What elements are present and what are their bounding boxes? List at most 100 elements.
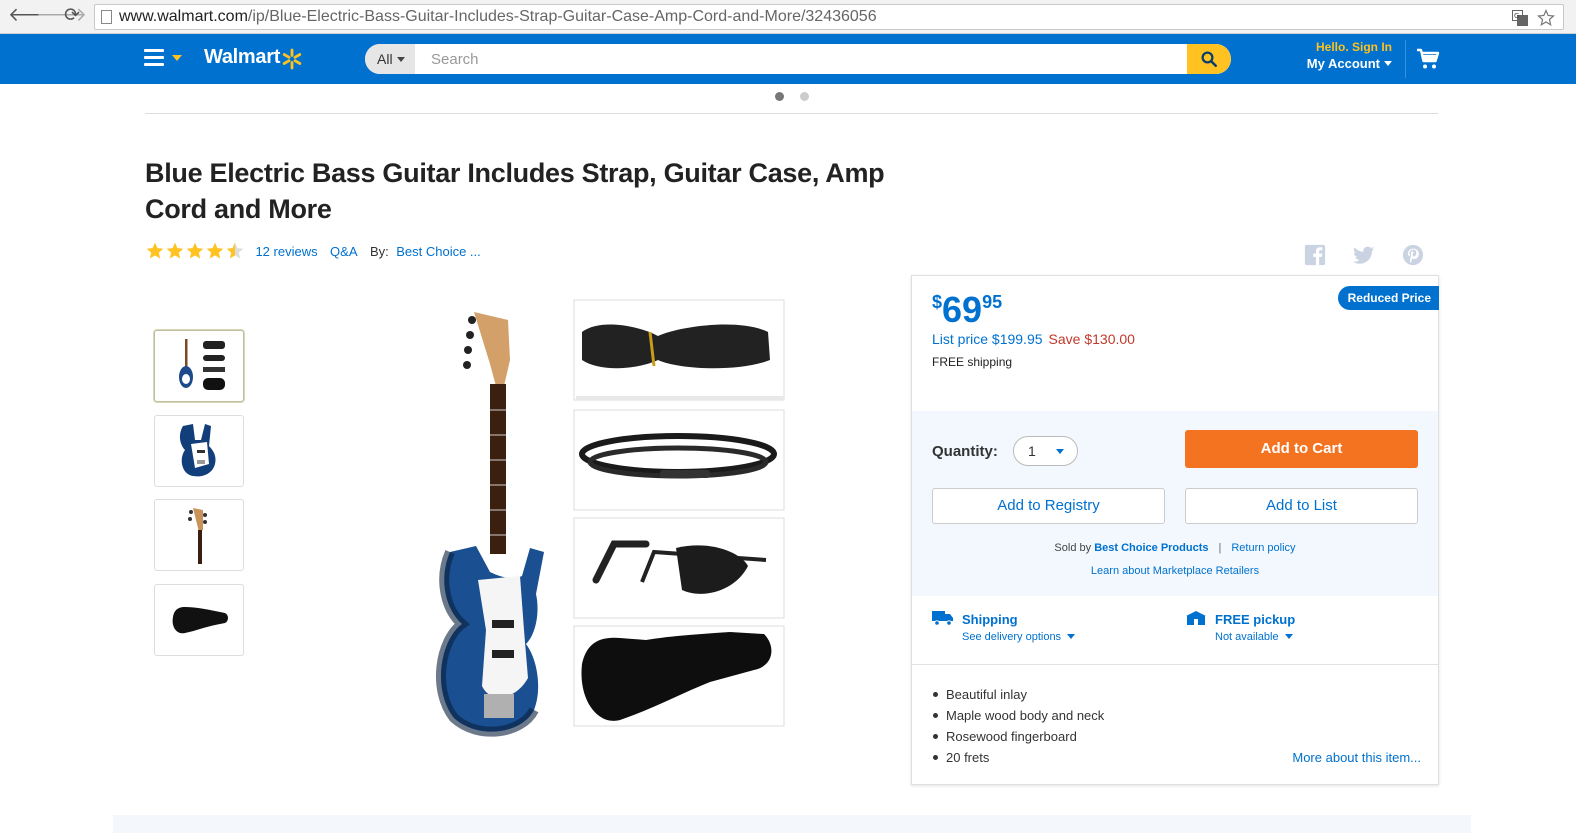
pickup-title: FREE pickup	[1215, 612, 1296, 627]
price-currency: $	[932, 292, 943, 312]
thumbnail-3[interactable]	[154, 499, 244, 571]
url-path: /ip/Blue-Electric-Bass-Guitar-Includes-S…	[247, 8, 877, 25]
chevron-down-icon	[1067, 634, 1076, 639]
chevron-down-icon	[1056, 449, 1064, 454]
browser-toolbar: 🡐 🡒 ⟳ www.walmart.com/ip/Blue-Electric-B…	[0, 0, 1576, 34]
thumb-body-image	[179, 424, 216, 477]
product-main-image[interactable]	[410, 290, 800, 740]
my-account-label[interactable]: My Account	[1296, 56, 1392, 71]
buy-box: Reduced Price $6995 List price $199.95 Sa…	[911, 275, 1439, 785]
url-domain: www.walmart.com	[119, 8, 248, 25]
gig-bag-image	[573, 625, 785, 727]
add-to-list-button[interactable]: Add to List	[1185, 488, 1418, 524]
quantity-select[interactable]: 1	[1013, 436, 1078, 466]
thumbnail-2[interactable]	[154, 415, 244, 487]
more-about-item-link[interactable]: More about this item...	[1292, 750, 1421, 765]
delivery-options-text: See delivery options	[962, 631, 1062, 643]
search-input[interactable]	[417, 44, 1177, 74]
savings: Save $130.00	[1048, 331, 1135, 347]
learn-marketplace-link[interactable]: Learn about Marketplace Retailers	[1091, 565, 1259, 577]
delivery-options-link[interactable]: See delivery options	[962, 631, 1076, 643]
star-rating[interactable]	[145, 241, 245, 261]
shipping-title: Shipping	[962, 612, 1018, 627]
url-text[interactable]: www.walmart.com/ip/Blue-Electric-Bass-Gu…	[119, 8, 877, 26]
seller-link[interactable]: Best Choice Products	[1094, 542, 1208, 554]
menu-caret-icon[interactable]	[172, 55, 182, 61]
half-star-icon	[226, 242, 244, 259]
feature-item: Maple wood body and neck	[932, 705, 1104, 726]
translate-icon[interactable]: G	[1512, 9, 1529, 26]
reviews-link[interactable]: 12 reviews	[255, 244, 317, 259]
thumb-case-image	[172, 607, 228, 634]
add-to-cart-section: Quantity: 1 Add to Cart Add to Registry …	[912, 411, 1438, 596]
add-to-registry-button[interactable]: Add to Registry	[932, 488, 1165, 524]
price-dollars: 69	[942, 289, 983, 330]
free-shipping-note: FREE shipping	[932, 355, 1013, 369]
quantity-value: 1	[1028, 443, 1036, 459]
price: $6995	[932, 288, 1002, 332]
star-icon	[146, 242, 164, 259]
feature-list: Beautiful inlay Maple wood body and neck…	[932, 684, 1104, 768]
qa-link[interactable]: Q&A	[330, 244, 357, 259]
amp-cord-image	[573, 409, 785, 511]
thumb-kit-image	[179, 339, 225, 390]
by-label: By:	[369, 243, 389, 259]
department-select[interactable]: All	[365, 44, 415, 74]
svg-text:G: G	[1514, 12, 1519, 20]
pinterest-icon[interactable]	[1402, 244, 1424, 266]
truck-icon	[932, 611, 953, 626]
thumbnail-4[interactable]	[154, 584, 244, 656]
stand-image	[573, 517, 785, 619]
quantity-label: Quantity:	[932, 443, 998, 460]
add-to-cart-button[interactable]: Add to Cart	[1185, 430, 1418, 468]
feature-item: 20 frets	[932, 747, 1104, 768]
menu-icon[interactable]	[144, 49, 164, 67]
strap-image	[573, 299, 785, 401]
spark-logo-icon	[282, 48, 302, 70]
rating-row: 12 reviews Q&A By: Best Choice ...	[145, 241, 481, 261]
carousel-dot[interactable]	[800, 92, 809, 101]
thumb-neck-image	[188, 508, 207, 564]
list-price-line: List price $199.95 Save $130.00	[932, 331, 1135, 347]
return-policy-link[interactable]: Return policy	[1231, 542, 1295, 554]
section-divider	[145, 113, 1438, 114]
chevron-down-icon	[396, 57, 405, 62]
store-icon	[1186, 611, 1206, 625]
bookmark-star-icon[interactable]	[1537, 8, 1555, 27]
price-cents: 95	[982, 292, 1003, 312]
footer-band	[113, 815, 1471, 833]
site-header: Walmart All Hello. Sign In My Account	[0, 34, 1576, 84]
learn-marketplace: Learn about Marketplace Retailers	[912, 565, 1438, 577]
sign-in-greeting[interactable]: Hello. Sign In	[1296, 40, 1392, 54]
facebook-icon[interactable]	[1304, 244, 1326, 266]
carousel-dot-active[interactable]	[775, 92, 784, 101]
pickup-availability[interactable]: Not available	[1215, 631, 1293, 643]
sold-by-label: Sold by	[1054, 542, 1092, 554]
feature-item: Beautiful inlay	[932, 684, 1104, 705]
reduced-price-badge: Reduced Price	[1337, 286, 1439, 310]
star-icon	[206, 242, 224, 259]
search-button[interactable]	[1187, 44, 1231, 74]
cart-icon[interactable]	[1416, 48, 1440, 70]
my-account-text: My Account	[1306, 56, 1380, 71]
chevron-down-icon	[1384, 61, 1392, 66]
walmart-logo[interactable]: Walmart	[204, 46, 280, 69]
brand-link[interactable]: Best Choice ...	[396, 244, 481, 259]
pickup-availability-text: Not available	[1215, 631, 1279, 643]
page-icon	[101, 10, 112, 24]
separator: |	[1218, 542, 1222, 554]
feature-item: Rosewood fingerboard	[932, 726, 1104, 747]
department-label: All	[377, 51, 393, 67]
thumbnail-1[interactable]	[154, 330, 244, 402]
url-actions: G	[1512, 7, 1555, 27]
sold-by-line: Sold by Best Choice Products | Return poli…	[912, 542, 1438, 554]
chevron-down-icon	[1284, 634, 1293, 639]
search-bar: All	[365, 44, 1231, 74]
buybox-divider	[912, 664, 1438, 665]
reload-icon[interactable]: ⟳	[64, 6, 80, 26]
account-menu[interactable]: Hello. Sign In My Account	[1296, 40, 1392, 71]
list-price: List price $199.95	[932, 331, 1043, 347]
twitter-icon[interactable]	[1353, 244, 1375, 266]
search-icon	[1201, 51, 1218, 68]
address-bar[interactable]: www.walmart.com/ip/Blue-Electric-Bass-Gu…	[94, 4, 1564, 30]
